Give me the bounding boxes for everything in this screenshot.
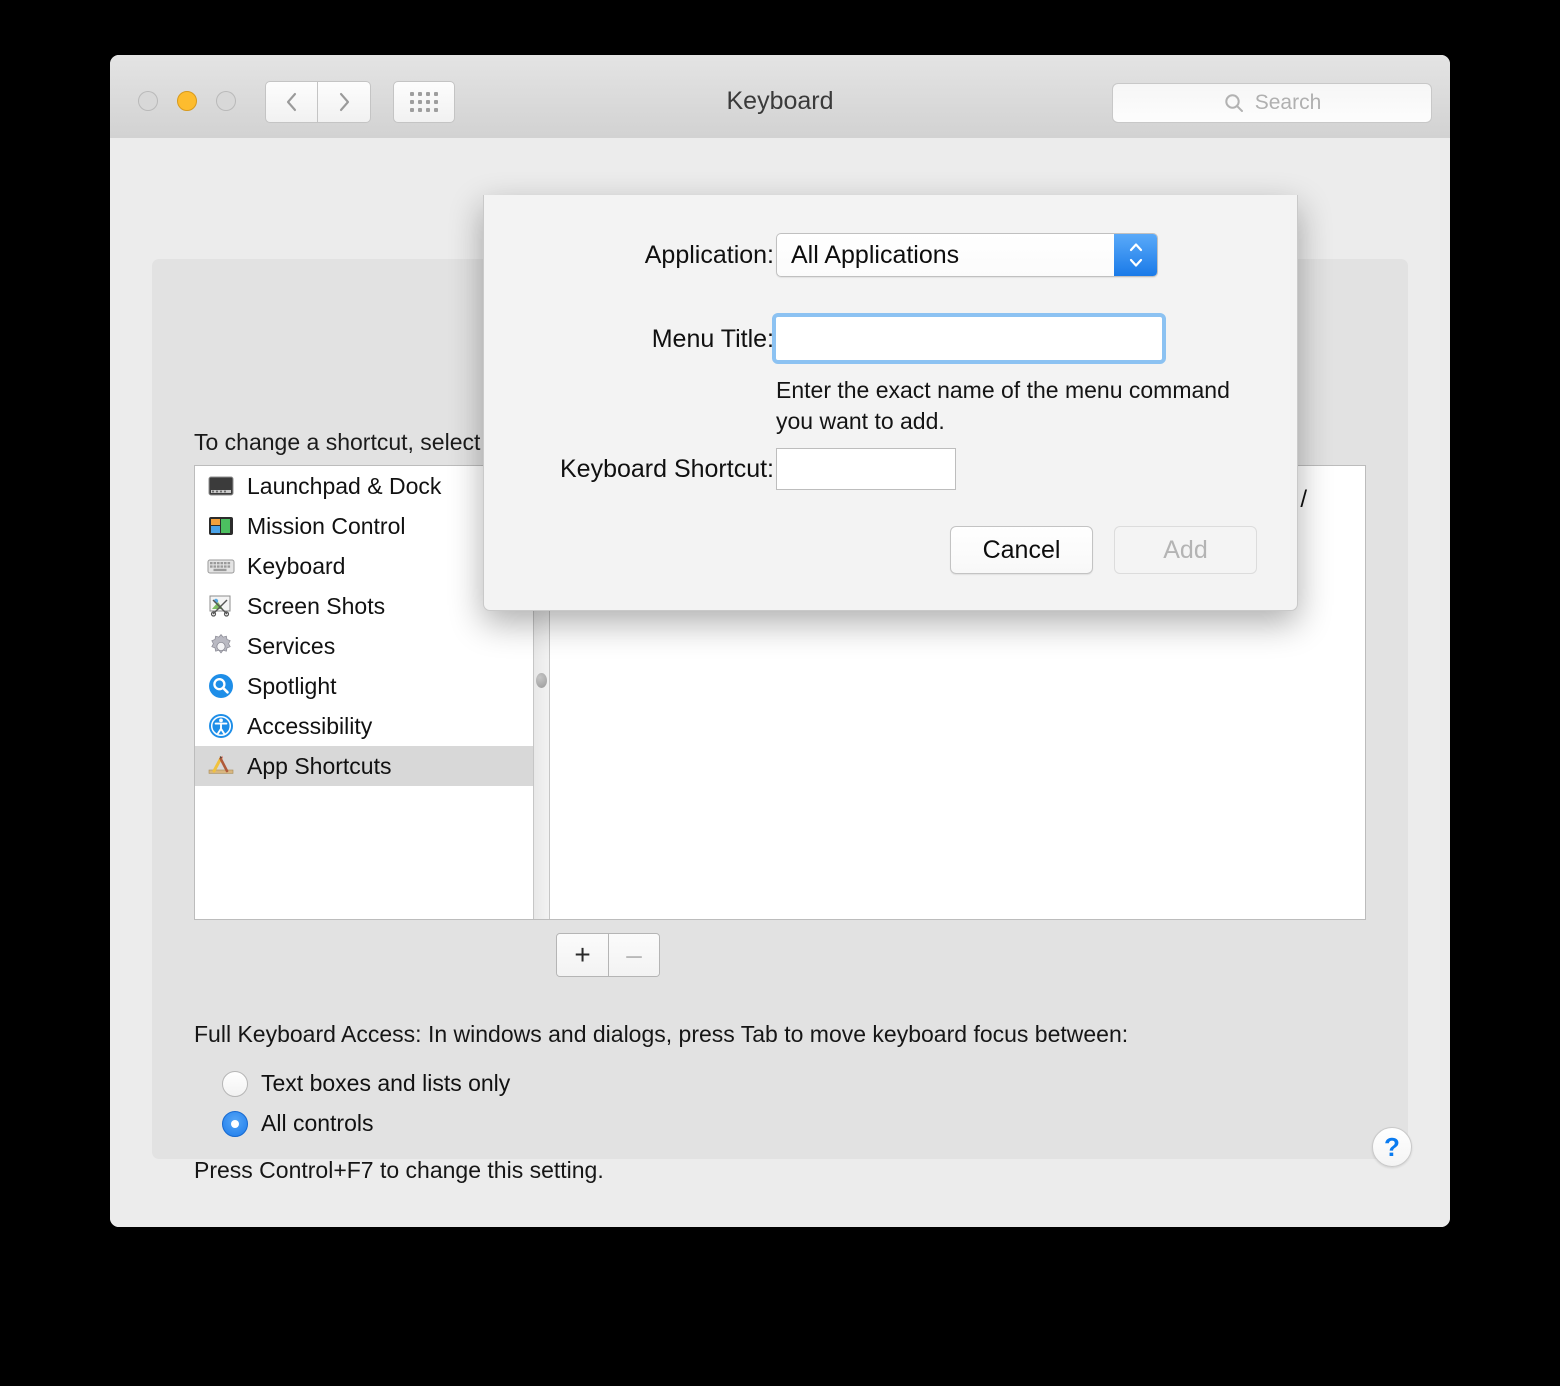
keyboard-shortcut-input[interactable] (777, 449, 955, 489)
list-item-label: Accessibility (247, 712, 373, 739)
launchpad-icon (207, 472, 235, 500)
keyboard-icon (207, 552, 235, 580)
radio-button-selected[interactable] (222, 1110, 248, 1137)
help-button[interactable]: ? (1372, 1127, 1412, 1167)
application-popup-button[interactable]: All Applications (776, 233, 1158, 277)
keyboard-preferences-window: Keyboard Search To change a shortcut, se… (110, 55, 1450, 1227)
radio-text-boxes-and-lists-only[interactable]: Text boxes and lists only (222, 1070, 510, 1097)
list-item-label: Spotlight (247, 672, 337, 699)
add-shortcut-button[interactable]: + (557, 934, 608, 976)
application-label: Application: (644, 241, 774, 269)
list-item-app-shortcuts[interactable]: App Shortcuts (195, 746, 533, 786)
radio-all-controls[interactable]: All controls (222, 1110, 373, 1137)
add-app-shortcut-sheet: Application: All Applications Menu Title… (483, 195, 1298, 611)
mission-control-icon (207, 512, 235, 540)
chevron-updown-icon[interactable] (1114, 234, 1157, 276)
full-keyboard-access-title: Full Keyboard Access: In windows and dia… (194, 1021, 1129, 1047)
keyboard-shortcut-field[interactable] (776, 448, 956, 490)
list-item-label: Services (247, 632, 336, 659)
list-item-label: Screen Shots (247, 592, 386, 619)
splitview-divider-handle[interactable] (536, 673, 547, 688)
full-keyboard-access-note: Press Control+F7 to change this setting. (194, 1157, 604, 1183)
radio-button[interactable] (222, 1070, 248, 1097)
menu-title-label: Menu Title: (651, 325, 774, 353)
services-gear-icon (207, 632, 235, 660)
list-item-label: Mission Control (247, 512, 406, 539)
menu-title-input[interactable] (776, 317, 1162, 360)
search-icon (1225, 94, 1243, 112)
add-remove-shortcut-controls: + – (556, 933, 660, 977)
cancel-button[interactable]: Cancel (950, 526, 1093, 574)
menu-title-help-text: Enter the exact name of the menu command… (776, 377, 1230, 434)
radio-label: Text boxes and lists only (261, 1070, 511, 1096)
screenshots-icon (207, 592, 235, 620)
list-item[interactable]: Spotlight (195, 666, 533, 706)
app-shortcuts-icon (207, 752, 235, 780)
list-item[interactable]: Services (195, 626, 533, 666)
window-titlebar: Keyboard Search (110, 55, 1450, 139)
search-field[interactable]: Search (1112, 83, 1432, 123)
keyboard-shortcut-label: Keyboard Shortcut: (559, 455, 774, 483)
application-selected-value: All Applications (791, 240, 960, 269)
spotlight-icon (207, 672, 235, 700)
list-item[interactable]: Accessibility (195, 706, 533, 746)
remove-shortcut-button: – (608, 934, 659, 976)
accessibility-icon (207, 712, 235, 740)
search-placeholder: Search (1254, 91, 1322, 114)
list-item-label: Keyboard (247, 552, 346, 579)
radio-label: All controls (261, 1110, 374, 1136)
screen: Keyboard Search To change a shortcut, se… (0, 0, 1560, 1386)
list-item-label: Launchpad & Dock (247, 472, 442, 499)
menu-title-field-focus-ring (772, 313, 1166, 364)
sheet-buttons: Cancel Add (950, 526, 1257, 574)
add-button: Add (1114, 526, 1257, 574)
list-item-label: App Shortcuts (247, 752, 392, 779)
